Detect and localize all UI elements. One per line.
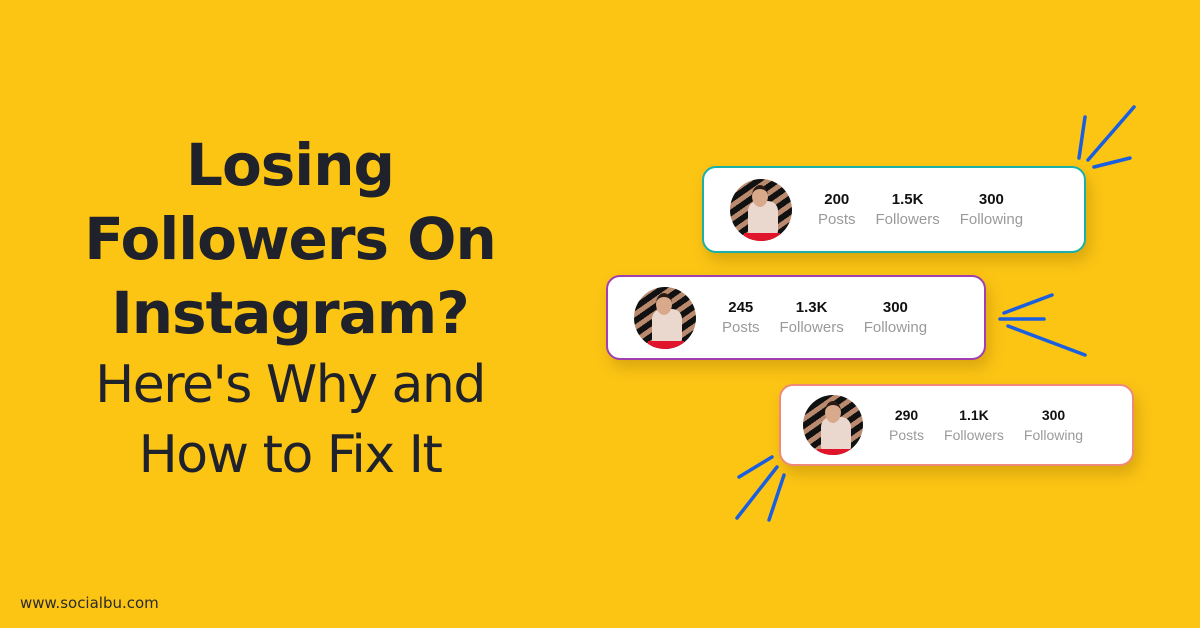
ray-line [1002, 293, 1054, 315]
ray-line [1092, 156, 1132, 169]
ray-line [737, 455, 774, 479]
accent-rays [735, 105, 1136, 522]
stat-posts: 245 Posts [722, 298, 760, 336]
stat-following: 300 Following [959, 190, 1024, 228]
profile-card-3: 290 Posts 1.1K Followers 300 Following [779, 384, 1134, 466]
ray-line [767, 473, 786, 522]
avatar [730, 178, 792, 241]
profile-stats: 200 Posts 1.5K Followers 300 Following [818, 190, 1043, 230]
avatar [634, 286, 696, 349]
ray-line [1077, 115, 1087, 160]
ray-line [1006, 324, 1087, 357]
ray-line [1086, 105, 1136, 162]
profile-card-2: 245 Posts 1.3K Followers 300 Following [606, 275, 986, 360]
stat-posts: 200 Posts [818, 190, 856, 228]
profile-stats: 290 Posts 1.1K Followers 300 Following [889, 405, 1103, 445]
stat-posts: 290 Posts [889, 407, 925, 443]
stat-followers: 1.5K Followers [875, 190, 940, 228]
avatar [803, 395, 863, 455]
profile-card-1: 200 Posts 1.5K Followers 300 Following [702, 166, 1086, 253]
profile-stats: 245 Posts 1.3K Followers 300 Following [722, 298, 947, 338]
stat-following: 300 Following [1023, 407, 1084, 443]
stat-followers: 1.1K Followers [944, 407, 1004, 443]
stat-followers: 1.3K Followers [779, 298, 844, 336]
stat-following: 300 Following [863, 298, 928, 336]
